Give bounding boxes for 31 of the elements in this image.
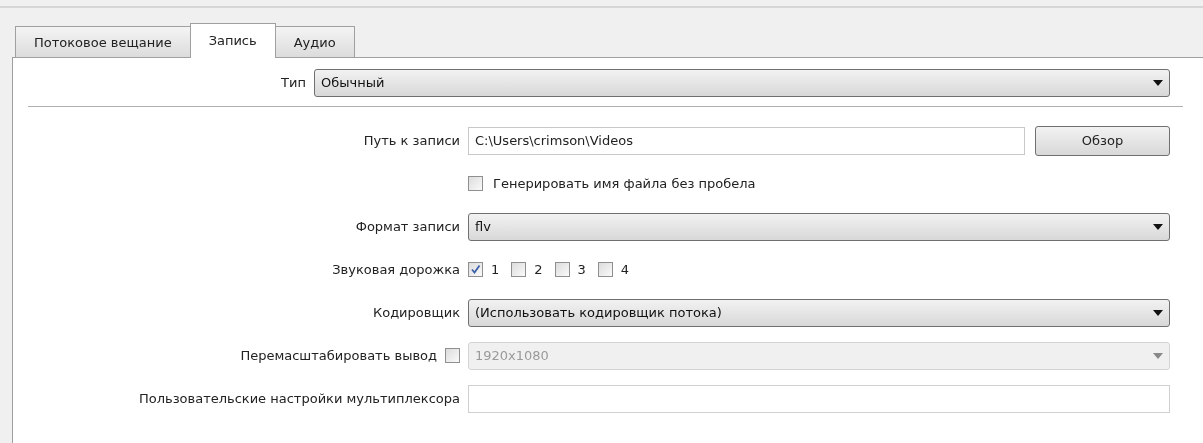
dropdown-arrow-icon — [1153, 352, 1163, 359]
dropdown[interactable]: (Использовать кодировщик потока) — [468, 298, 1170, 327]
field-label: Путь к записи — [363, 131, 460, 150]
track-number: 3 — [577, 260, 586, 279]
text-field[interactable] — [468, 384, 1170, 413]
track-number: 4 — [620, 260, 630, 279]
field-label: Звуковая дорожка — [332, 260, 460, 279]
dropdown-arrow-icon — [1153, 80, 1163, 86]
dropdown[interactable]: Обычный — [314, 69, 1170, 97]
field-label: Перемасштабировать вывод — [240, 346, 437, 365]
checkbox[interactable] — [468, 176, 483, 191]
checkbox[interactable] — [554, 262, 570, 277]
checkbox[interactable] — [511, 262, 527, 277]
track-number: 2 — [534, 260, 543, 279]
checkbox[interactable] — [468, 262, 483, 277]
field-label: Кодировщик — [372, 303, 460, 322]
checkbox-label: Генерировать имя файла без пробела — [493, 174, 756, 193]
checkmark-icon — [470, 264, 481, 275]
dropdown-arrow-icon — [1153, 223, 1163, 230]
tab[interactable]: Аудио — [274, 26, 355, 57]
tab[interactable]: Запись — [189, 23, 276, 58]
tab[interactable]: Потоковое вещание — [15, 26, 191, 57]
browse-button[interactable]: Обзор — [1035, 125, 1170, 156]
field-label: Формат записи — [355, 217, 460, 236]
path-field[interactable]: C:\Users\crimson\Videos — [468, 126, 1025, 155]
field-label: Тип — [281, 74, 306, 93]
field-label: Пользовательские настройки мультиплексора — [138, 389, 460, 408]
dropdown-arrow-icon — [1153, 309, 1163, 316]
checkbox[interactable] — [597, 262, 613, 277]
track-number: 1 — [491, 260, 500, 279]
dropdown[interactable]: flv — [468, 212, 1170, 241]
